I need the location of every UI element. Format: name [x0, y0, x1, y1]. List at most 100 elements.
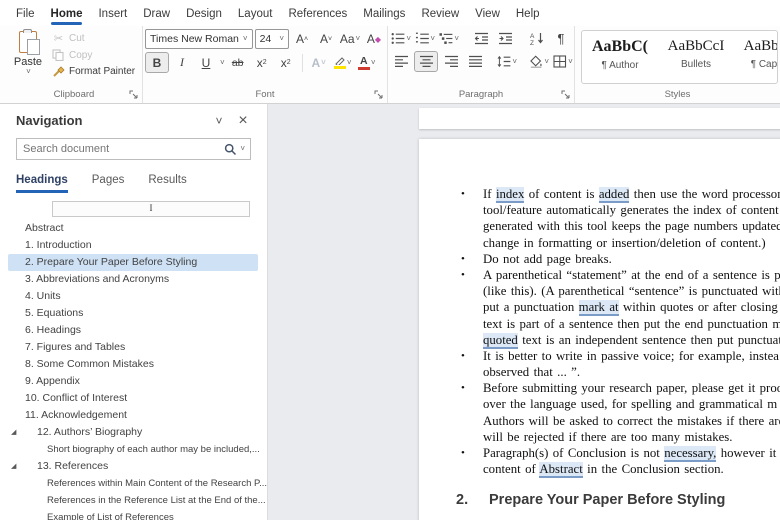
font-color-button[interactable]: A ˅ [356, 53, 378, 72]
sort-button[interactable]: AZ [526, 29, 548, 48]
heading-item-label: Abstract [25, 222, 64, 234]
shading-button[interactable]: ˅ [528, 52, 550, 71]
italic-button[interactable]: I [171, 53, 193, 72]
document-workspace[interactable]: •If index of content is added then use t… [268, 104, 780, 520]
align-left-button[interactable] [390, 52, 412, 71]
menu-tab-home[interactable]: Home [43, 3, 91, 26]
format-painter-button[interactable]: Format Painter [52, 65, 135, 77]
paragraph-dialog-launcher-icon[interactable] [561, 90, 571, 100]
menu-tab-references[interactable]: References [280, 3, 355, 26]
search-box: ˅ [16, 138, 251, 160]
line-spacing-button[interactable]: ˅ [496, 52, 518, 71]
navigation-close-icon[interactable]: × [231, 114, 255, 128]
editor-suggestion-word[interactable]: necessary, [664, 446, 716, 462]
menu-tab-draw[interactable]: Draw [135, 3, 178, 26]
style-gallery-item-1[interactable]: AaBbC(¶ Author [582, 31, 658, 83]
grow-font-button[interactable]: A˄ [291, 30, 313, 49]
heading-item[interactable]: ◢12. Authors’ Biography [0, 424, 267, 441]
heading-item-label: References in the Reference List at the … [47, 495, 266, 506]
style-gallery-item-2[interactable]: AaBbCcIBullets [658, 31, 734, 83]
heading-item[interactable]: ◢13. References [0, 458, 267, 475]
cut-button[interactable]: ✂ Cut [52, 32, 135, 45]
menu-tab-design[interactable]: Design [178, 3, 230, 26]
text-run: change in formatting or insertion/deleti… [483, 236, 766, 250]
collapse-triangle-icon[interactable]: ◢ [11, 424, 16, 441]
editor-suggestion-word[interactable]: Abstract [539, 462, 582, 478]
editor-suggestion-word[interactable]: mark at [579, 300, 619, 316]
search-icon[interactable] [224, 143, 237, 156]
heading-item[interactable]: References within Main Content of the Re… [0, 475, 267, 492]
menu-tab-view[interactable]: View [467, 3, 508, 26]
style-gallery-item-3[interactable]: AaBbCcI¶ Caption [734, 31, 778, 83]
heading-item[interactable]: 5. Equations [0, 305, 267, 322]
nav-tab-results[interactable]: Results [148, 174, 186, 193]
multilevel-list-button[interactable]: ˅ [438, 29, 460, 48]
font-dialog-launcher-icon[interactable] [374, 90, 384, 100]
heading-item[interactable]: 1. Introduction [0, 237, 267, 254]
heading-item-equation-box[interactable]: I [52, 201, 250, 217]
heading-item[interactable]: 3. Abbreviations and Acronyms [0, 271, 267, 288]
menu-tab-layout[interactable]: Layout [230, 3, 281, 26]
bold-button[interactable]: B [145, 52, 169, 73]
borders-grid-icon [553, 55, 567, 68]
paste-button[interactable]: Paste ˅ [8, 29, 48, 77]
editor-suggestion-word[interactable]: index [496, 187, 524, 203]
text-effects-button[interactable]: A˅ [308, 53, 330, 72]
bullet-list-button[interactable]: ˅ [390, 29, 412, 48]
justify-button[interactable] [464, 52, 486, 71]
text-run: over the language used, for spelling and… [483, 397, 777, 411]
nav-tab-pages[interactable]: Pages [92, 174, 125, 193]
menu-tab-insert[interactable]: Insert [90, 3, 135, 26]
menu-tab-review[interactable]: Review [413, 3, 467, 26]
increase-indent-button[interactable] [494, 29, 516, 48]
heading-item[interactable]: 4. Units [0, 288, 267, 305]
text-run: Do not add page breaks. [483, 252, 612, 266]
bullet-glyph: • [461, 186, 465, 202]
font-name-combobox[interactable]: Times New Roman ˅ [145, 29, 253, 49]
underline-button[interactable]: U [195, 53, 217, 72]
subscript-button[interactable]: x2 [251, 53, 273, 72]
document-text-line: generated with this tool keeps the page … [419, 218, 780, 234]
clear-formatting-button[interactable]: A◆ [363, 30, 385, 49]
search-options-chevron-icon[interactable]: ˅ [240, 145, 245, 153]
align-right-button[interactable] [440, 52, 462, 71]
numbered-list-button[interactable]: ˅ [414, 29, 436, 48]
document-body-text: •If index of content is added then use t… [419, 139, 780, 477]
menu-tab-file[interactable]: File [8, 3, 43, 26]
heading-item[interactable]: 6. Headings [0, 322, 267, 339]
heading-item[interactable]: 10. Conflict of Interest [0, 390, 267, 407]
heading-item[interactable]: Short biography of each author may be in… [0, 441, 267, 458]
search-input[interactable] [17, 143, 222, 155]
strikethrough-button[interactable]: ab [227, 53, 249, 72]
font-size-combobox[interactable]: 24 ˅ [255, 29, 289, 49]
heading-item[interactable]: 9. Appendix [0, 373, 267, 390]
editor-suggestion-word[interactable]: quoted [483, 333, 518, 349]
borders-button[interactable]: ˅ [552, 52, 574, 71]
editor-suggestion-word[interactable]: added [599, 187, 630, 203]
align-center-button[interactable] [414, 51, 438, 72]
show-paragraph-marks-button[interactable]: ¶ [550, 29, 572, 48]
heading-item[interactable]: References in the Reference List at the … [0, 492, 267, 509]
heading-item[interactable]: 7. Figures and Tables [0, 339, 267, 356]
chevron-down-icon: ˅ [454, 35, 459, 43]
heading-item-label: References within Main Content of the Re… [47, 478, 267, 489]
heading-item[interactable]: 8. Some Common Mistakes [0, 356, 267, 373]
clipboard-dialog-launcher-icon[interactable] [129, 90, 139, 100]
menu-tab-help[interactable]: Help [508, 3, 548, 26]
nav-tab-headings[interactable]: Headings [16, 174, 68, 193]
heading-item[interactable]: Abstract [0, 220, 267, 237]
copy-button[interactable]: Copy [52, 49, 135, 61]
decrease-indent-button[interactable] [470, 29, 492, 48]
collapse-triangle-icon[interactable]: ◢ [11, 458, 16, 475]
shrink-font-button[interactable]: A˅ [315, 30, 337, 49]
document-page[interactable]: •If index of content is added then use t… [419, 139, 780, 520]
change-case-button[interactable]: Aa˅ [339, 30, 361, 49]
heading-item[interactable]: 11. Acknowledgement [0, 407, 267, 424]
menu-tab-mailings[interactable]: Mailings [355, 3, 413, 26]
highlight-color-button[interactable]: ˅ [332, 53, 354, 72]
chevron-down-icon[interactable]: ˅ [220, 59, 225, 67]
heading-item[interactable]: 2. Prepare Your Paper Before Styling [8, 254, 258, 271]
heading-item[interactable]: Example of List of References [0, 509, 267, 520]
superscript-button[interactable]: x2 [275, 53, 297, 72]
navigation-collapse-chevron-icon[interactable]: ˅ [207, 114, 231, 128]
